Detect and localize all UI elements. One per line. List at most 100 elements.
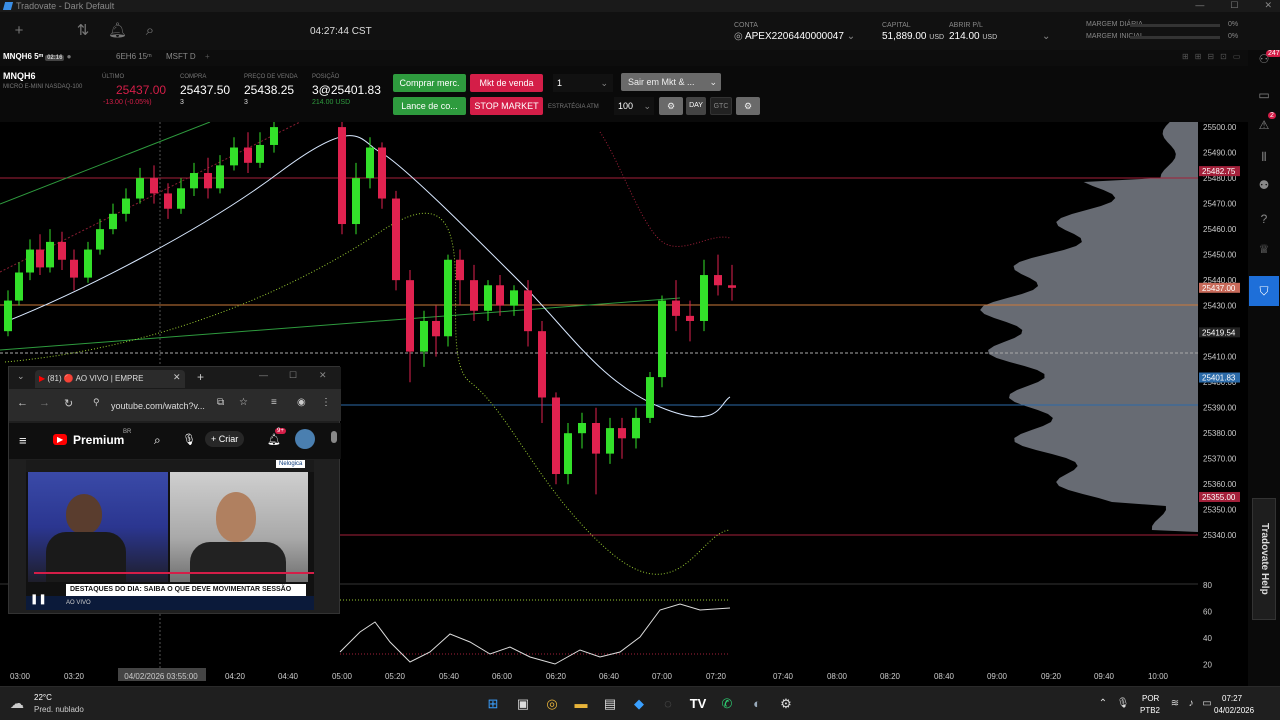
tradovate-help-tab[interactable]: Tradovate Help	[1252, 498, 1276, 620]
chrome-icon[interactable]: ◎	[543, 695, 561, 713]
minimize-icon[interactable]: —	[259, 370, 268, 380]
price-label: 25401.83	[1202, 374, 1236, 383]
new-tab-icon[interactable]: +	[197, 370, 204, 384]
chart-tools-icons[interactable]: ⊞⊞⊟⊡▭	[1182, 52, 1246, 61]
add-icon[interactable]: +	[10, 22, 28, 40]
atm-select[interactable]: 100 ⌄	[614, 97, 654, 115]
trend-line	[0, 122, 301, 273]
create-button[interactable]: + Criar	[205, 431, 245, 447]
gtc-button[interactable]: GTC	[710, 97, 732, 115]
file-explorer-icon[interactable]: ▬	[572, 695, 590, 713]
bid-button[interactable]: Lance de co...	[393, 97, 466, 115]
maximize-icon[interactable]: ☐	[289, 370, 297, 381]
candle-body	[444, 259, 452, 337]
back-icon[interactable]: ←	[17, 397, 28, 409]
pl-label: ABRIR P/L	[949, 22, 983, 29]
settings-gear-icon[interactable]: ⚙	[777, 695, 795, 713]
start-icon[interactable]: ⊞	[484, 695, 502, 713]
sell-market-button[interactable]: Mkt de venda	[470, 74, 543, 92]
whatsapp-icon[interactable]: ✆	[718, 695, 736, 713]
price-label: 25419.54	[1202, 328, 1236, 337]
day-button[interactable]: DAY	[686, 97, 706, 115]
minimize-icon[interactable]: —	[1195, 0, 1204, 11]
price-label: 25355.00	[1202, 493, 1236, 502]
quantity-select[interactable]: 1 ⌄	[553, 74, 613, 92]
buy-market-button[interactable]: Comprar merc.	[393, 74, 466, 92]
account-selector[interactable]: ◎ APEX2206440000047 ⌄	[734, 31, 855, 42]
tray-chevron-icon[interactable]: ⌃	[1094, 695, 1112, 713]
account-label: CONTA	[734, 22, 758, 29]
last-label: ÚLTIMO	[102, 74, 125, 80]
more-menu-icon[interactable]: ⋮	[321, 397, 331, 408]
bars-icon[interactable]: ⦀	[1255, 148, 1273, 166]
media-queue-icon[interactable]: ≡	[271, 397, 277, 408]
close-icon[interactable]: ✕	[319, 370, 327, 381]
tab-6eh6[interactable]: 6EH6 15ᵐ	[116, 52, 152, 61]
scrollbar[interactable]	[331, 431, 337, 443]
avatar[interactable]	[295, 429, 315, 449]
stop-market-button[interactable]: STOP MARKET	[470, 97, 543, 115]
language[interactable]: POR	[1142, 694, 1159, 703]
store-icon[interactable]: ▤	[601, 695, 619, 713]
window-titlebar: Tradovate - Dark Default — ☐ ✕	[0, 0, 1280, 12]
y-tick-label: 25340.00	[1203, 531, 1237, 540]
share-icon[interactable]: ⧉	[217, 397, 224, 408]
tab-msft[interactable]: MSFT D	[166, 52, 196, 61]
x-tick-label: 05:20	[385, 672, 406, 681]
youtube-video-player[interactable]: Nelogica DESTAQUES DO DIA: SAIBA O QUE D…	[26, 460, 314, 610]
candle-body	[96, 229, 104, 250]
candle-body	[658, 300, 666, 378]
candle-body	[632, 417, 640, 439]
microphone-icon[interactable]: 🎙︎	[182, 433, 196, 446]
quote-panel: MNQH6 MICRO E-MINI NASDAQ-100 ÚLTIMO 254…	[0, 66, 1248, 122]
candle-body	[109, 213, 117, 230]
tradingview-icon[interactable]: TV	[689, 695, 707, 713]
chevron-down-icon: ⌄	[709, 77, 717, 87]
help-circle-icon[interactable]: ?	[1255, 210, 1273, 228]
tab-close-icon[interactable]: ✕	[173, 372, 181, 383]
app-icon[interactable]: ◌	[659, 695, 677, 713]
site-info-icon[interactable]: ⚲	[93, 397, 100, 408]
microphone-icon[interactable]: 🎙︎	[1114, 695, 1132, 713]
steam-icon[interactable]: ◐	[748, 695, 766, 713]
reload-icon[interactable]: ↻	[64, 397, 73, 410]
bookmark-star-icon[interactable]: ☆	[239, 397, 248, 408]
browser-tab[interactable]: ▶ (81) 🔴 AO VIVO | EMPRE	[35, 370, 185, 388]
notification-count-badge: 9+	[275, 428, 286, 434]
bell-icon[interactable]: 🔔︎	[108, 22, 127, 40]
profile-icon[interactable]: ◉	[297, 397, 306, 408]
forward-icon[interactable]: →	[39, 397, 50, 409]
notifications-bell-icon[interactable]: 🔔︎	[267, 433, 281, 446]
maximize-icon[interactable]: ☐	[1230, 0, 1238, 11]
account-expand-icon[interactable]: ⌄	[1042, 31, 1050, 42]
order-settings-gear-icon[interactable]: ⚙	[736, 97, 760, 115]
video-progress-bar[interactable]	[34, 572, 314, 574]
tradovate-icon[interactable]: ◆	[630, 695, 648, 713]
exit-at-market-button[interactable]: Sair em Mkt & ... ⌄	[621, 73, 721, 91]
search-icon[interactable]: ⌕	[154, 433, 161, 448]
pause-icon[interactable]: ❚❚	[30, 594, 47, 605]
add-tab-icon[interactable]: +	[205, 52, 210, 61]
weather-icon[interactable]: ☁	[10, 695, 24, 712]
margin-initial-value: 0%	[1228, 33, 1239, 40]
chat-icon[interactable]: ▭	[1255, 86, 1273, 104]
tab-mnqh6[interactable]: MNQH6 5ᵐ 02:16 ●	[3, 52, 72, 61]
trophy-icon[interactable]: ♕	[1255, 240, 1273, 258]
close-icon[interactable]: ✕	[1264, 0, 1272, 11]
youtube-logo-icon[interactable]: ▶	[53, 434, 68, 445]
candle-body	[164, 193, 172, 209]
x-tick-label: 05:40	[439, 672, 460, 681]
search-icon[interactable]: ⌕	[141, 22, 159, 40]
candle-body	[672, 300, 680, 316]
chevron-down-icon: ⌄	[643, 101, 651, 111]
hamburger-menu-icon[interactable]: ≡	[19, 433, 27, 448]
atm-settings-gear-icon[interactable]: ⚙	[659, 97, 683, 115]
window-controls: — ☐ ✕	[1195, 0, 1272, 11]
x-tick-label: 07:00	[652, 672, 673, 681]
tab-list-icon[interactable]: ⌄	[17, 371, 25, 382]
community-icon[interactable]: ⚉	[1255, 176, 1273, 194]
shield-icon[interactable]: ⛉	[1249, 276, 1279, 306]
bid-value: 25437.50	[180, 83, 231, 97]
sort-arrows-icon[interactable]: ⇅	[74, 22, 92, 40]
task-view-icon[interactable]: ▣	[514, 695, 532, 713]
